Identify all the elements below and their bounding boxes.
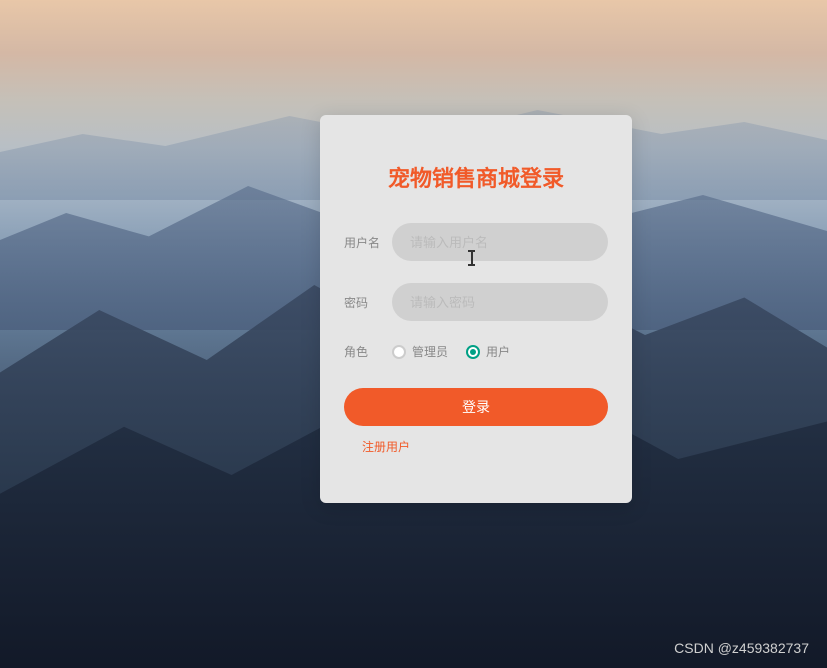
login-title: 宠物销售商城登录 [344,161,608,193]
username-label: 用户名 [344,234,392,251]
role-row: 角色 管理员 用户 [344,343,608,360]
role-user-label: 用户 [486,343,510,360]
role-radio-group: 管理员 用户 [392,343,510,360]
password-row: 密码 [344,283,608,321]
role-radio-user[interactable]: 用户 [466,343,510,360]
login-button[interactable]: 登录 [344,388,608,426]
watermark-text: CSDN @z459382737 [674,640,809,656]
username-row: 用户名 [344,223,608,261]
login-card: 宠物销售商城登录 用户名 密码 角色 管理员 用户 登录 注册用户 [320,115,632,503]
role-admin-label: 管理员 [412,343,448,360]
role-label: 角色 [344,343,392,360]
password-label: 密码 [344,294,392,311]
role-radio-admin[interactable]: 管理员 [392,343,448,360]
radio-circle-checked-icon [466,345,480,359]
password-input[interactable] [392,283,608,321]
register-link[interactable]: 注册用户 [362,440,410,454]
username-input[interactable] [392,223,608,261]
radio-circle-icon [392,345,406,359]
